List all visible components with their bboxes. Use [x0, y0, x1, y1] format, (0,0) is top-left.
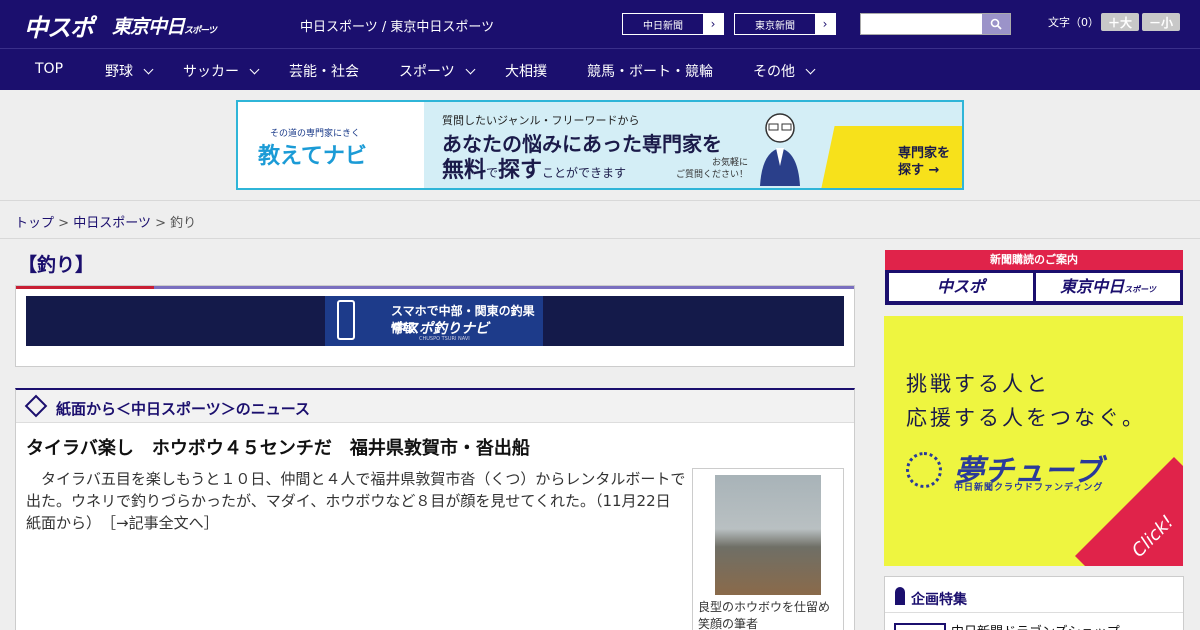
tokyo-shimbun-link[interactable]: 東京新聞 › [734, 13, 836, 35]
title-rule [154, 286, 854, 289]
tokyo-chunichi-logo-text: 東京中日 [112, 16, 185, 38]
nav-other[interactable]: その他 [753, 61, 816, 81]
search-input[interactable] [861, 14, 982, 34]
nav-baseball[interactable]: 野球 [105, 61, 154, 81]
breadcrumb-section[interactable]: 中日スポーツ [73, 216, 151, 231]
search-button[interactable] [982, 14, 1010, 34]
tsuri-navi-banner[interactable]: スマホで中部・関東の釣果情報 中スポ釣りナビ CHUSPO TSURI NAVI [26, 296, 844, 346]
yume-dots-icon [906, 452, 942, 488]
newspaper-icon [24, 394, 48, 418]
tsuri-navi-line2: 中スポ釣りナビ [391, 321, 489, 337]
article-photo[interactable]: 良型のホウボウを仕留め笑顔の筆者 [692, 468, 844, 630]
article-photo-caption: 良型のホウボウを仕留め笑顔の筆者 [698, 600, 831, 630]
tokyo-chunichi-logo[interactable]: 東京中日スポーツ [112, 12, 217, 39]
site-header: 中スポ 東京中日スポーツ 中日スポーツ / 東京中日スポーツ 中日新聞 › 東京… [0, 0, 1200, 48]
smartphone-icon [337, 300, 355, 340]
nav-sumo[interactable]: 大相撲 [505, 61, 547, 81]
chevron-down-icon [465, 64, 476, 75]
news-section: 紙面から＜中日スポーツ＞のニュース タイラバ楽し ホウボウ４５センチだ 福井県敦… [15, 388, 855, 630]
banner-cta[interactable]: 専門家を 探す → [898, 146, 950, 180]
banner-note: お気軽に ご質問ください！ [676, 158, 748, 181]
yume-subtitle: 中日新聞クラウドファンディング [954, 483, 1104, 493]
news-section-header: 紙面から＜中日スポーツ＞のニュース [16, 390, 854, 423]
subscription-header: 新聞購読のご案内 [885, 250, 1183, 270]
subscribe-tokyo-chunichi-suffix: スポーツ [1124, 285, 1156, 294]
banner-question: 質問したいジャンル・フリーワードから [442, 114, 640, 127]
breadcrumb-sep: > [155, 216, 166, 231]
breadcrumb: トップ > 中日スポーツ > 釣り [15, 212, 196, 231]
banner-line2-a: 無料 [442, 158, 487, 183]
article-headline[interactable]: タイラバ楽し ホウボウ４５センチだ 福井県敦賀市・沓出船 [26, 434, 530, 460]
article-summary: タイラバ五目を楽しもうと１０日、仲間と４人で福井県敦賀市沓（くつ）からレンタルボ… [26, 468, 686, 534]
feature-header: 企画特集 [885, 577, 1183, 613]
search-box [860, 13, 1011, 35]
breadcrumb-current: 釣り [170, 216, 197, 231]
nav-racing[interactable]: 競馬・ボート・競輪 [587, 61, 713, 81]
yume-line2: 応援する人をつなぐ。 [906, 406, 1146, 430]
subscription-box: 新聞購読のご案内 中スポ 東京中日スポーツ [885, 250, 1183, 305]
nav-sports[interactable]: スポーツ [399, 61, 476, 81]
banner-line2-c: 探す [498, 158, 543, 183]
tsuri-navi-line3: CHUSPO TSURI NAVI [419, 336, 470, 342]
banner-cta-1: 専門家を [898, 146, 951, 161]
banner-brand-area: その道の専門家にきく 教えてナビ [238, 102, 424, 188]
chunichi-shimbun-link[interactable]: 中日新聞 › [622, 13, 724, 35]
font-size-label: 文字（0） [1048, 16, 1099, 29]
breadcrumb-top[interactable]: トップ [15, 216, 54, 231]
breadcrumb-sep: > [58, 216, 70, 231]
chunichi-shimbun-label: 中日新聞 [643, 20, 683, 32]
chevron-down-icon [249, 64, 260, 75]
title-rule-accent [16, 286, 154, 289]
nav-sports-label: スポーツ [399, 64, 455, 80]
nav-top[interactable]: TOP [35, 61, 63, 77]
yume-line1: 挑戦する人と [906, 372, 1050, 396]
banner-cta-2: 探す → [898, 162, 940, 178]
font-smaller-button[interactable]: －小 [1142, 13, 1180, 31]
banner-line2-b: で [486, 166, 499, 180]
nav-top-label: TOP [35, 61, 64, 77]
nav-racing-label: 競馬・ボート・競輪 [587, 64, 713, 80]
subscribe-tokyo-chunichi-label: 東京中日 [1060, 277, 1125, 296]
subscribe-tokyo-chunichi-button[interactable]: 東京中日スポーツ [1036, 273, 1180, 301]
news-section-label: 紙面から＜中日スポーツ＞のニュース [56, 400, 310, 418]
feature-box: 企画特集 中日新聞ドラゴンズショップ [884, 576, 1184, 630]
feature-item[interactable]: 中日新聞ドラゴンズショップ [951, 621, 1120, 630]
chevron-down-icon [143, 64, 154, 75]
feature-thumb [894, 623, 946, 630]
ribbon-icon [895, 587, 905, 605]
breadcrumb-bar: トップ > 中日スポーツ > 釣り [0, 200, 1200, 239]
banner-note-2: ご質問ください！ [676, 169, 749, 180]
yume-tube-banner[interactable]: 挑戦する人と 応援する人をつなぐ。 夢チューブ 中日新聞クラウドファンディング … [884, 316, 1183, 566]
tsuri-navi-inner: スマホで中部・関東の釣果情報 中スポ釣りナビ CHUSPO TSURI NAVI [325, 296, 543, 346]
banner-brand: 教えてナビ [258, 144, 367, 169]
chevron-down-icon [805, 64, 816, 75]
read-more-link[interactable]: ［→記事全文へ］ [109, 514, 219, 532]
article-photo-image [715, 475, 821, 595]
nav-baseball-label: 野球 [105, 64, 133, 80]
nav-sumo-label: 大相撲 [505, 64, 547, 80]
nav-soccer[interactable]: サッカー [183, 61, 260, 81]
category-header-box: スマホで中部・関東の釣果情報 中スポ釣りナビ CHUSPO TSURI NAVI [15, 285, 855, 367]
page-title: 【釣り】 [18, 254, 95, 276]
main-nav: TOP 野球 サッカー 芸能・社会 スポーツ 大相撲 競馬・ボート・競輪 その他 [0, 48, 1200, 90]
banner-line2: 無料で探すことができます [442, 152, 626, 184]
chuspo-logo[interactable]: 中スポ [24, 8, 94, 43]
site-tagline: 中日スポーツ / 東京中日スポーツ [300, 20, 495, 35]
nav-entertainment-label: 芸能・社会 [289, 64, 359, 80]
banner-note-1: お気軽に [712, 158, 749, 168]
tokyo-shimbun-label: 東京新聞 [755, 20, 795, 32]
search-icon [990, 18, 1002, 30]
oshiete-navi-banner[interactable]: その道の専門家にきく 教えてナビ 質問したいジャンル・フリーワードから あなたの… [236, 100, 964, 190]
nav-entertainment[interactable]: 芸能・社会 [289, 61, 359, 81]
tokyo-chunichi-logo-suffix: スポーツ [184, 26, 217, 36]
nav-other-label: その他 [753, 64, 795, 80]
banner-line2-d: ことができます [542, 166, 627, 180]
expert-illustration-icon [760, 113, 800, 186]
font-larger-button[interactable]: ＋大 [1101, 13, 1139, 31]
chevron-right-icon: › [815, 14, 835, 34]
subscribe-chuspo-button[interactable]: 中スポ [889, 273, 1033, 301]
chevron-right-icon: › [703, 14, 723, 34]
feature-label: 企画特集 [911, 592, 967, 608]
nav-soccer-label: サッカー [183, 64, 239, 80]
